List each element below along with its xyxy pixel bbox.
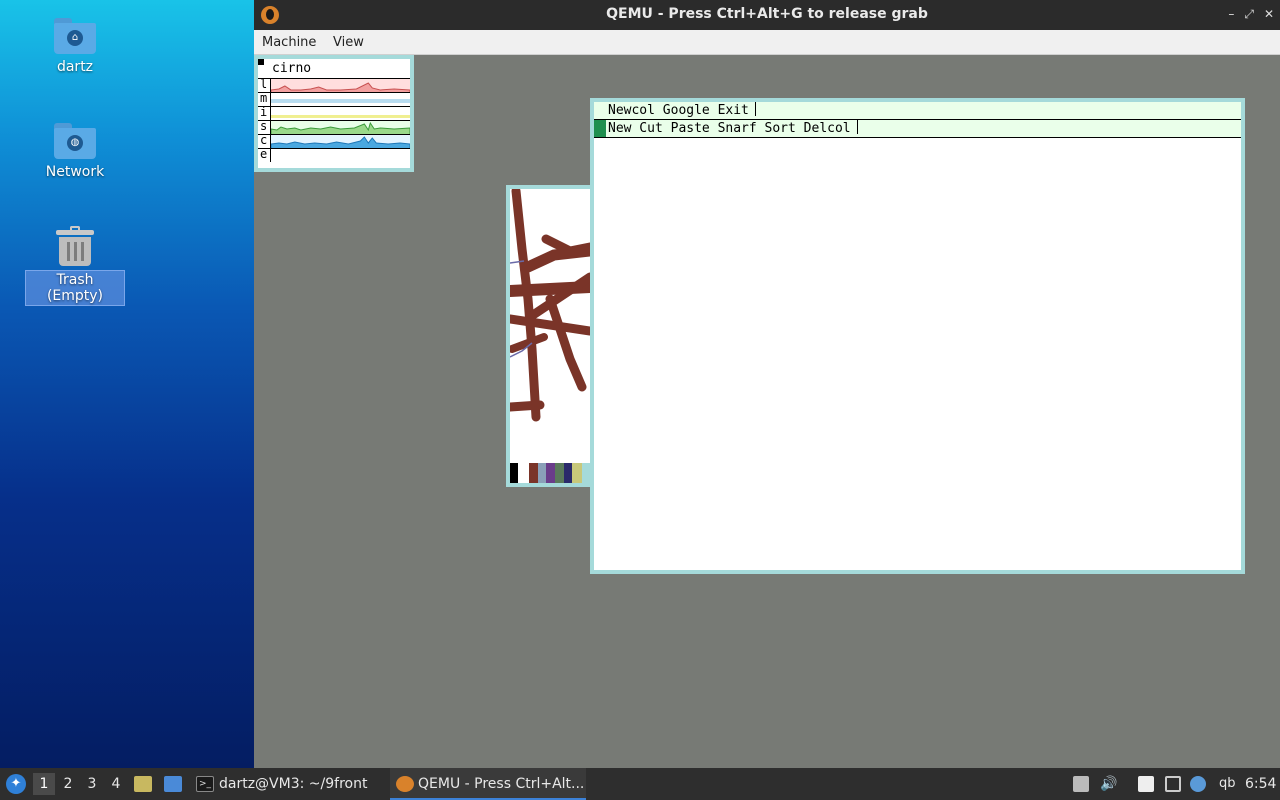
maximize-button[interactable]: ⤢: [1244, 7, 1254, 22]
desktop-icon-label: Trash (Empty): [25, 270, 125, 306]
workspace-1[interactable]: 1: [33, 773, 55, 795]
desktop-icon-label: Network: [45, 164, 105, 180]
task-qemu[interactable]: QEMU - Press Ctrl+Alt...: [390, 768, 586, 800]
stats-row-context: c: [258, 133, 410, 148]
minimize-button[interactable]: –: [1228, 7, 1234, 22]
keyboard-layout[interactable]: qb: [1219, 768, 1236, 800]
text-cursor: [856, 120, 858, 134]
task-label: dartz@VM3: ~/9front: [219, 776, 368, 792]
column-tag-text[interactable]: Newcol Google Exit: [608, 103, 749, 118]
desktop-icon-label: dartz: [56, 59, 94, 75]
stats-graph-etherin: [270, 149, 410, 162]
stats-row-memory: m: [258, 91, 410, 106]
menu-machine[interactable]: Machine: [262, 35, 316, 50]
stats-window[interactable]: cirno l m i s c e: [254, 55, 414, 172]
stats-graph-load: [270, 79, 410, 92]
stats-row-syscalls: s: [258, 119, 410, 134]
menubar: Machine View: [254, 30, 1280, 55]
stats-row-interrupts: i: [258, 105, 410, 120]
desktop-icon-home[interactable]: ⌂ dartz: [25, 18, 125, 76]
window-titlebar[interactable]: QEMU - Press Ctrl+Alt+G to release grab …: [254, 0, 1280, 30]
window-title: QEMU - Press Ctrl+Alt+G to release grab: [606, 6, 928, 22]
workspace-3[interactable]: 3: [81, 773, 103, 795]
qemu-icon: [396, 776, 414, 792]
trash-icon: [56, 226, 94, 266]
desktop-launcher-icon[interactable]: [164, 776, 182, 792]
paint-canvas[interactable]: [510, 189, 590, 467]
column-tag[interactable]: Newcol Google Exit: [594, 102, 1241, 120]
stats-hostname: cirno: [272, 61, 312, 76]
window-layout-box[interactable]: [594, 120, 606, 137]
volume-icon[interactable]: 🔊: [1100, 776, 1117, 792]
task-terminal[interactable]: >_ dartz@VM3: ~/9front: [194, 768, 384, 800]
network-folder-icon: ◍: [54, 123, 96, 159]
window-tag[interactable]: New Cut Paste Snarf Sort Delcol: [594, 120, 1241, 138]
stats-graph-context: [270, 135, 410, 148]
menu-view[interactable]: View: [333, 35, 364, 50]
network-icon[interactable]: [1165, 776, 1181, 792]
taskbar: ✦ 1 2 3 4 >_ dartz@VM3: ~/9front QEMU - …: [0, 768, 1280, 800]
stats-row-etherin: e: [258, 147, 410, 168]
workspace-2[interactable]: 2: [57, 773, 79, 795]
terminal-icon: >_: [196, 776, 214, 792]
qemu-window: QEMU - Press Ctrl+Alt+G to release grab …: [254, 0, 1280, 768]
clock[interactable]: 6:54: [1245, 768, 1276, 800]
guest-screen[interactable]: cirno l m i s c e Newcol Google Exit New…: [254, 55, 1280, 768]
workspace-4[interactable]: 4: [105, 773, 127, 795]
acme-window[interactable]: Newcol Google Exit New Cut Paste Snarf S…: [590, 98, 1245, 574]
clipboard-icon[interactable]: [1138, 776, 1154, 792]
file-manager-launcher-icon[interactable]: [134, 776, 152, 792]
start-menu-icon[interactable]: ✦: [6, 774, 26, 794]
show-desktop-icon[interactable]: [1073, 776, 1089, 792]
desktop: ⌂ dartz ◍ Network Trash (Empty): [0, 0, 254, 768]
stats-row-load: l: [258, 77, 410, 92]
desktop-icon-trash[interactable]: Trash (Empty): [25, 226, 125, 306]
desktop-icon-network[interactable]: ◍ Network: [25, 123, 125, 181]
home-folder-icon: ⌂: [54, 18, 96, 54]
task-label: QEMU - Press Ctrl+Alt...: [418, 776, 585, 792]
stats-graph-interrupts: [270, 107, 410, 120]
notification-icon[interactable]: [1190, 776, 1206, 792]
close-button[interactable]: ✕: [1264, 7, 1274, 22]
stats-graph-syscalls: [270, 121, 410, 134]
paint-window[interactable]: [506, 185, 590, 487]
text-cursor: [754, 102, 756, 116]
paint-palette[interactable]: [510, 463, 590, 483]
stats-graph-memory: [270, 93, 410, 106]
window-tag-text[interactable]: New Cut Paste Snarf Sort Delcol: [608, 121, 851, 136]
